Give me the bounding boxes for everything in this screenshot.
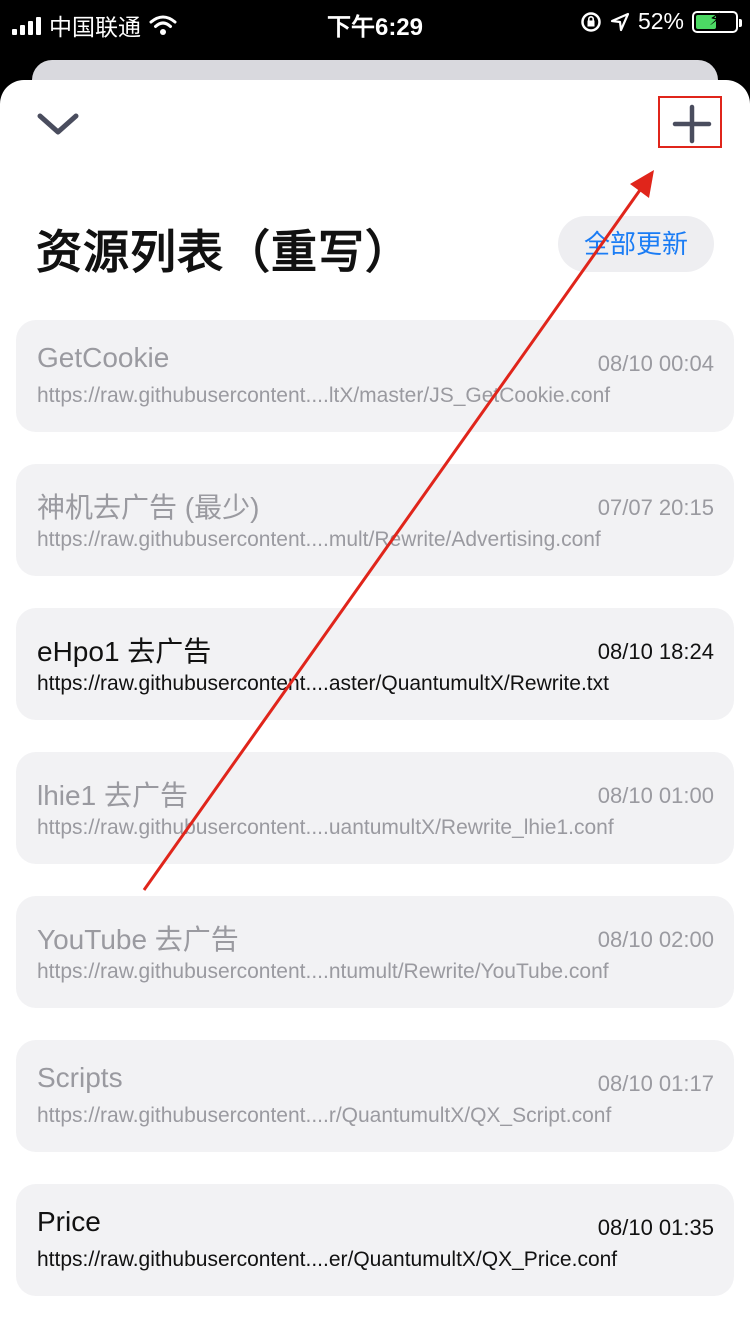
annotation-arrow — [142, 170, 654, 891]
